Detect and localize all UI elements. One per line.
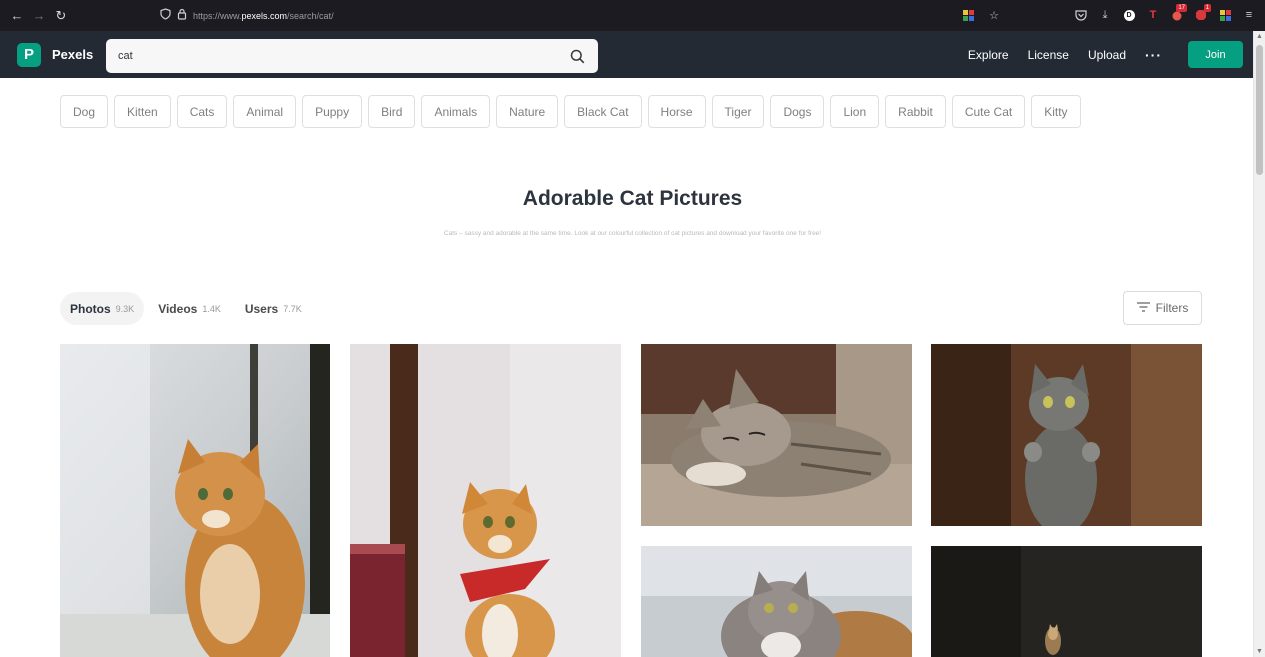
- tab-photos-label: Photos: [70, 301, 111, 316]
- chip-cute-cat[interactable]: Cute Cat: [951, 95, 1026, 128]
- filters-label: Filters: [1155, 301, 1189, 315]
- search-input[interactable]: [118, 50, 568, 62]
- chip-puppy[interactable]: Puppy: [302, 95, 363, 128]
- scroll-up-icon[interactable]: ▲: [1256, 33, 1263, 40]
- chip-animals[interactable]: Animals: [421, 95, 491, 128]
- extension-dark-icon[interactable]: D: [1119, 4, 1139, 26]
- chip-dog[interactable]: Dog: [60, 95, 109, 128]
- scroll-down-icon[interactable]: ▼: [1256, 648, 1263, 655]
- filter-icon: [1136, 301, 1150, 315]
- scroll-thumb[interactable]: [1256, 45, 1263, 175]
- more-icon[interactable]: ···: [1145, 47, 1162, 63]
- nav-license[interactable]: License: [1028, 48, 1069, 62]
- site-header: P Pexels Explore License Upload ··· Join: [0, 31, 1253, 78]
- header-nav: Explore License Upload ··· Join: [949, 31, 1243, 78]
- page-subtitle: Cats – sassy and adorable at the same ti…: [443, 230, 822, 237]
- chip-bird[interactable]: Bird: [368, 95, 416, 128]
- extension-abp-count: 1: [1203, 4, 1211, 12]
- photo-gray-cat-standing[interactable]: [931, 344, 1202, 526]
- chip-rabbit[interactable]: Rabbit: [885, 95, 946, 128]
- extension-grid-icon[interactable]: [958, 4, 978, 26]
- back-arrow-icon[interactable]: ←: [6, 5, 28, 27]
- page-title: Adorable Cat Pictures: [522, 187, 743, 210]
- chip-animal[interactable]: Animal: [233, 95, 297, 128]
- shield-icon[interactable]: [160, 8, 171, 23]
- tab-users-label: Users: [244, 301, 279, 316]
- filters-button[interactable]: Filters: [1123, 291, 1202, 325]
- brand-name[interactable]: Pexels: [52, 47, 93, 62]
- forward-arrow-icon[interactable]: →: [28, 5, 50, 27]
- tab-videos-count: 1.4K: [202, 303, 221, 314]
- tab-videos[interactable]: Videos 1.4K: [148, 292, 231, 325]
- related-searches: Dog Kitten Cats Animal Puppy Bird Animal…: [60, 95, 1081, 128]
- pexels-logo[interactable]: P: [17, 42, 41, 67]
- tab-users-count: 7.7K: [283, 303, 302, 314]
- chip-horse[interactable]: Horse: [647, 95, 706, 128]
- tab-photos-count: 9.3K: [115, 303, 135, 314]
- extension-grid-icon-2[interactable]: [1215, 4, 1235, 26]
- photo-chubby-tabby[interactable]: [641, 546, 912, 657]
- browser-toolbar: ← → ↻ https://www.pexels.com/search/cat/…: [0, 0, 1265, 31]
- chip-black-cat[interactable]: Black Cat: [564, 95, 642, 128]
- join-button[interactable]: Join: [1188, 41, 1243, 68]
- extension-t-icon[interactable]: T: [1143, 4, 1163, 26]
- star-icon[interactable]: ☆: [984, 4, 1004, 26]
- tab-videos-label: Videos: [158, 301, 198, 316]
- chip-kitten[interactable]: Kitten: [114, 95, 171, 128]
- extension-abp-icon[interactable]: 1: [1191, 4, 1211, 26]
- lock-icon[interactable]: [177, 8, 187, 23]
- url-domain: pexels.com: [241, 10, 288, 21]
- nav-explore[interactable]: Explore: [968, 48, 1009, 62]
- download-icon[interactable]: ⤓: [1095, 4, 1115, 26]
- chip-tiger[interactable]: Tiger: [711, 95, 765, 128]
- url-text: https://www.pexels.com/search/cat/: [193, 11, 334, 21]
- url-path: /search/cat/: [287, 10, 334, 21]
- address-bar[interactable]: https://www.pexels.com/search/cat/: [160, 5, 940, 26]
- page-scrollbar[interactable]: ▲ ▼: [1253, 31, 1265, 657]
- chip-lion[interactable]: Lion: [830, 95, 880, 128]
- extension-badge-count: 17: [1176, 4, 1187, 12]
- pocket-icon[interactable]: [1071, 4, 1091, 26]
- url-prefix: https://www.: [193, 10, 242, 21]
- tab-photos[interactable]: Photos 9.3K: [60, 292, 145, 325]
- nav-upload[interactable]: Upload: [1088, 48, 1126, 62]
- media-tabs: Photos 9.3K Videos 1.4K Users 7.7K: [60, 292, 312, 325]
- reload-icon[interactable]: ↻: [50, 5, 72, 27]
- chip-nature[interactable]: Nature: [496, 95, 559, 128]
- photo-sleeping-tabby[interactable]: [641, 344, 912, 526]
- photo-orange-cat-window[interactable]: [60, 344, 330, 657]
- chip-cats[interactable]: Cats: [176, 95, 228, 128]
- tab-users[interactable]: Users 7.7K: [235, 292, 312, 325]
- photo-dark-cat[interactable]: [931, 546, 1202, 657]
- photo-cat-red-bandana[interactable]: [350, 344, 621, 657]
- chip-dogs[interactable]: Dogs: [770, 95, 825, 128]
- search-box: [106, 39, 598, 73]
- chip-kitty[interactable]: Kitty: [1031, 95, 1081, 128]
- menu-icon[interactable]: ≡: [1239, 4, 1259, 26]
- search-icon[interactable]: [568, 47, 586, 65]
- extension-badge-icon[interactable]: 17: [1167, 4, 1187, 26]
